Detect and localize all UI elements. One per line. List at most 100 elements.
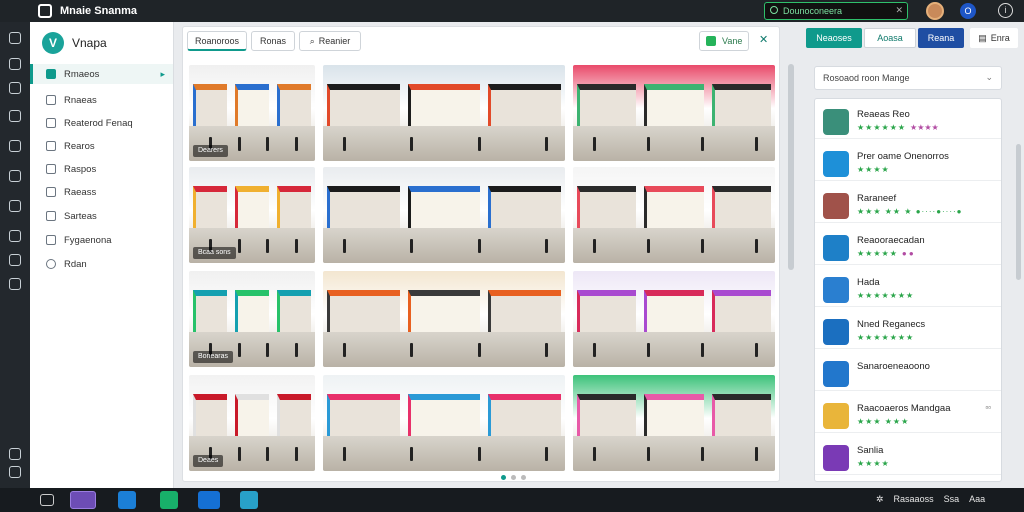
sidebar-item-6[interactable]: Sarteas xyxy=(30,206,173,226)
taskbar-app-blue-icon[interactable] xyxy=(118,491,136,509)
pagination-dots[interactable] xyxy=(501,475,526,480)
tab-2[interactable]: ⌕ Reanier xyxy=(299,31,361,51)
close-icon[interactable]: ✕ xyxy=(759,33,768,46)
list-item[interactable]: Hada ★★★★★★★ xyxy=(815,271,1001,307)
shopper-figure xyxy=(266,239,270,254)
list-item[interactable]: Prer oame Onenorros ★★★★ xyxy=(815,145,1001,181)
image-tile[interactable]: Bonearas xyxy=(189,271,315,367)
avatar[interactable] xyxy=(926,2,944,20)
list-item[interactable]: Reaooraecadan ★★★★★ ● ● xyxy=(815,229,1001,265)
image-tile[interactable] xyxy=(573,375,775,471)
sidebar-item-4[interactable]: Raspos xyxy=(30,159,173,179)
right-tab-1[interactable]: Aoasa xyxy=(864,28,916,48)
search-clear-icon[interactable]: ✕ xyxy=(895,5,903,16)
floor xyxy=(573,126,775,161)
shopper-figure xyxy=(237,137,241,152)
image-tile[interactable] xyxy=(323,167,565,263)
action-button[interactable]: Vane xyxy=(699,31,749,51)
rail-check-icon[interactable] xyxy=(9,230,21,242)
rail-book-icon[interactable] xyxy=(9,110,21,122)
rail-settings-icon[interactable] xyxy=(9,466,21,478)
rail-list-icon[interactable] xyxy=(9,140,21,152)
item-action-icon[interactable]: ▫▫ xyxy=(985,403,991,412)
sidebar-brand[interactable]: V Vnapa xyxy=(42,32,107,54)
system-tray[interactable]: ✲ Rasaaoss Ssa Aaa xyxy=(876,494,985,505)
list-item[interactable]: Reaeas Reo ★★★★★★ ★★★★ xyxy=(815,103,1001,139)
right-tab-2[interactable]: Reana xyxy=(918,28,964,48)
image-tile[interactable]: Bcaa sons xyxy=(189,167,315,263)
tab-0[interactable]: Roanoroos xyxy=(187,31,247,51)
image-tile[interactable] xyxy=(323,375,565,471)
right-tab-3[interactable]: ▤ Enra xyxy=(970,28,1018,48)
taskbar-app-green-icon[interactable] xyxy=(160,491,178,509)
sidebar-item-8[interactable]: Rdan xyxy=(30,254,173,274)
filter-dropdown[interactable]: Rosoaod roon Mange ⌄ xyxy=(814,66,1002,90)
sidebar-item-5[interactable]: Raeass xyxy=(30,182,173,202)
sidebar-item-3[interactable]: Rearos xyxy=(30,136,173,156)
item-name: Reaeas Reo xyxy=(857,109,910,120)
right-scrollbar[interactable] xyxy=(1016,144,1021,280)
taskbar: ✲ Rasaaoss Ssa Aaa xyxy=(0,488,1024,512)
tray-time: Aaa xyxy=(969,494,986,504)
page-dot[interactable] xyxy=(521,475,526,480)
rail-upload-icon[interactable] xyxy=(9,58,21,70)
rating-stars: ★★★★★★★ xyxy=(857,291,915,300)
sidebar-item-0[interactable]: Rmaeos ▸ xyxy=(30,64,173,84)
storefront xyxy=(711,84,771,133)
list-item[interactable]: Nned Reganecs ★★★★★★★ xyxy=(815,313,1001,349)
storefront xyxy=(193,290,227,339)
tray-gear-icon: ✲ xyxy=(876,494,884,504)
taskbar-app-window-icon[interactable] xyxy=(198,491,220,509)
sidebar-item-1[interactable]: Rnaeas xyxy=(30,90,173,110)
tab-2-label: Reanier xyxy=(318,36,351,46)
rail-arrow-icon[interactable] xyxy=(9,254,21,266)
shopper-figure xyxy=(410,343,414,358)
sidebar-item-2[interactable]: Reaterod Fenaq xyxy=(30,113,173,133)
storefront xyxy=(577,84,637,133)
sidebar-item-7[interactable]: Fygaenona xyxy=(30,230,173,250)
rail-grid-icon[interactable] xyxy=(9,200,21,212)
sidebar-item-label: Raspos xyxy=(64,163,97,175)
image-tile[interactable] xyxy=(323,271,565,367)
taskbar-desktop-icon[interactable] xyxy=(40,494,54,506)
search-input[interactable]: Dounoconeera ✕ xyxy=(764,2,908,20)
storefront xyxy=(577,186,637,235)
image-tile[interactable] xyxy=(573,167,775,263)
taskbar-app-purple-icon[interactable] xyxy=(70,491,96,509)
right-tab-0[interactable]: Neaoses xyxy=(806,28,862,48)
rail-export-icon[interactable] xyxy=(9,278,21,290)
storefront xyxy=(235,394,269,443)
page-dot[interactable] xyxy=(511,475,516,480)
rail-history-icon[interactable] xyxy=(9,82,21,94)
image-tile[interactable] xyxy=(573,271,775,367)
image-tile[interactable]: Dearers xyxy=(189,65,315,161)
account-button[interactable]: O xyxy=(960,3,976,19)
storefront xyxy=(488,84,561,133)
floor xyxy=(323,332,565,367)
list-item[interactable]: Raacoaeros Mandgaa ★★★ ★★★ ▫▫ xyxy=(815,397,1001,433)
rail-image-icon[interactable] xyxy=(9,170,21,182)
image-tile[interactable]: Deaes xyxy=(189,375,315,471)
main-scrollbar[interactable] xyxy=(788,64,794,270)
shopper-figure xyxy=(755,137,758,152)
tab-1[interactable]: Ronas xyxy=(251,31,295,51)
image-tile[interactable] xyxy=(573,65,775,161)
rating-stars: ★★★★ xyxy=(857,459,890,468)
list-item[interactable]: Raraneef ★★★ ★★ ★ ●····●····● xyxy=(815,187,1001,223)
main-panel: Roanoroos Ronas ⌕ Reanier Vane ✕ Dearers B… xyxy=(182,26,780,482)
image-tile[interactable] xyxy=(323,65,565,161)
rail-help-icon[interactable] xyxy=(9,448,21,460)
page-dot[interactable] xyxy=(501,475,506,480)
sidebar: V Vnapa Rmaeos ▸ Rnaeas Reaterod Fenaq Re… xyxy=(30,22,174,488)
item-rating: ★★★★ xyxy=(857,165,894,174)
shopper-figure xyxy=(477,447,481,462)
list-item[interactable]: Sanlia ★★★★ xyxy=(815,439,1001,475)
taskbar-app-files-icon[interactable] xyxy=(240,491,258,509)
action-label: Vane xyxy=(722,36,743,46)
rail-home-icon[interactable] xyxy=(9,32,21,44)
calendar-icon: ▤ xyxy=(978,32,987,43)
storefront xyxy=(235,290,269,339)
info-icon[interactable]: i xyxy=(998,3,1013,18)
tile-caption: Deaes xyxy=(193,455,224,467)
list-item[interactable]: Sanaroeneaoono xyxy=(815,355,1001,391)
